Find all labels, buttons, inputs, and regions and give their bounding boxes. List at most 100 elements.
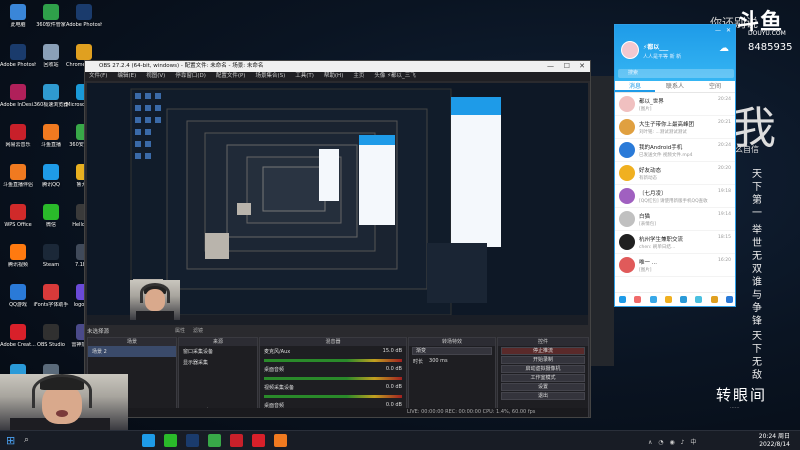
obs-menu-item[interactable]: 工具(T) [295,72,314,81]
desktop-icon-label: 网易云音乐 [5,142,31,148]
desktop-icon[interactable]: Adobe Creat... [0,324,36,348]
desktop-icon[interactable]: 微信 [33,204,69,228]
settings-button[interactable]: 设置 [501,383,585,391]
obs-menu-item[interactable]: 文件(F) [89,72,107,81]
app-icon[interactable] [680,296,688,303]
close-icon[interactable]: ✕ [726,27,731,34]
desktop-icon[interactable]: Adobe Photosh... [66,4,102,28]
obs-menu-item[interactable]: 配置文件(P) [216,72,246,81]
taskbar-app-icon[interactable] [186,434,199,447]
obs-menu-bar: 文件(F) 编辑(E) 视图(V) 停靠窗口(D) 配置文件(P) 场景集合(S) 工具(T… [85,72,590,81]
obs-menu-item[interactable]: 停靠窗口(D) [175,72,206,81]
chat-list-item[interactable]: 唯一 ... [图片] 16:20 [615,254,735,277]
overlay-zixin: 么自信 [735,145,759,154]
taskbar-app-icon[interactable] [208,434,221,447]
desktop-icon-label: 微信 [45,222,56,228]
weather-icon[interactable]: ☁ [719,43,729,54]
chat-preview: 已发送文件 视频文件.mp4 [639,153,693,158]
obs-menu-item[interactable]: 场景集合(S) [255,72,285,81]
app-icon[interactable] [664,296,672,303]
menu-icon[interactable] [619,296,627,303]
app-icon [43,204,59,220]
tab-space[interactable]: 空间 [695,81,735,92]
stop-streaming-button[interactable]: 停止推流 [501,347,585,355]
desktop-icon[interactable]: iFonts字体助手 [33,284,69,308]
taskbar-app-icon[interactable] [274,434,287,447]
chat-preview: [QQ红包] 请使用新版手机QQ查收 [639,199,708,204]
chat-preview: 有新动态 [639,176,657,181]
app-icon[interactable] [710,296,718,303]
source-item[interactable]: 窗口采集设备 [179,346,257,357]
obs-menu-item[interactable]: 头像 ⚡都以_三飞 [374,72,415,81]
virtual-camera-button[interactable]: 启动虚拟摄像机 [501,365,585,373]
tab-messages[interactable]: 消息 [615,81,655,92]
close-icon[interactable]: ✕ [579,61,585,72]
exit-button[interactable]: 退出 [501,392,585,400]
search-icon[interactable]: ⌕ [24,435,29,445]
system-tray[interactable]: ∧ ◔ ◉ ♪ 中 [648,437,698,446]
chat-list-item[interactable]: 杭州学生兼职交流 chen: 刷单日结… 18:15 [615,231,735,254]
properties-button[interactable]: 属性 [175,327,185,334]
desktop-icon[interactable]: 斗鱼直播伴侣 [0,164,36,188]
qq-username: ⚡都以___ [643,44,669,51]
app-icon [10,124,26,140]
chat-list-item[interactable]: 好友动态 有新动态 20:20 [615,162,735,185]
desktop-icon[interactable]: Steam [33,244,69,268]
taskbar-clock[interactable]: 20:24 周日 2022/8/14 [759,433,790,449]
desktop-icon[interactable]: 此电脑 [0,4,36,28]
app-icon[interactable] [695,296,703,303]
desktop-icon[interactable]: QQ游戏 [0,284,36,308]
maximize-icon[interactable]: ☐ [564,61,570,72]
desktop-icon[interactable]: WPS Office [0,204,36,228]
app-icon [43,124,59,140]
source-item[interactable]: 显示器采集 [179,357,257,368]
chat-name: 杭州学生兼职交流 [639,237,684,243]
start-recording-button[interactable]: 开始录制 [501,356,585,364]
avatar[interactable] [621,41,639,59]
search-input[interactable]: 搜索 [618,69,734,78]
minimize-icon[interactable]: — [715,27,721,34]
desktop-icon[interactable]: 斗鱼直播 [33,124,69,148]
obs-menu-item[interactable]: 视图(V) [146,72,165,81]
filters-button[interactable]: 滤镜 [193,327,203,334]
obs-menu-item[interactable]: 编辑(E) [117,72,136,81]
desktop-icon[interactable]: OBS Studio [33,324,69,348]
tab-contacts[interactable]: 联系人 [655,81,695,92]
desktop-icon-label: iFonts字体助手 [33,302,69,308]
app-icon [10,324,26,340]
desktop-icon[interactable]: 360极速浏览器 [33,84,69,108]
chat-list-item[interactable]: 都以_世界 [图片] 20:24 [615,93,735,116]
desktop-icon[interactable]: 腾讯QQ [33,164,69,188]
desktop-icon-label: 斗鱼直播伴侣 [2,182,33,188]
obs-menu-item[interactable]: 帮助(H) [324,72,343,81]
desktop-icon[interactable]: 360软件管家 [33,4,69,28]
obs-menu-item[interactable]: 主页 [353,72,364,81]
taskbar-app-icon[interactable] [164,434,177,447]
desktop-icon[interactable]: Adobe Photosh... [0,44,36,68]
studio-mode-button[interactable]: 工作室模式 [501,374,585,382]
windows-start-icon[interactable]: ⊞ [6,434,15,447]
transition-select[interactable]: 渐变 [412,347,492,355]
chat-list-item[interactable]: 白猫 [表情包] 19:14 [615,208,735,231]
taskbar-app-icon[interactable] [142,434,155,447]
app-icon[interactable] [649,296,657,303]
chat-list-item[interactable]: 我的Android手机 已发送文件 视频文件.mp4 20:24 [615,139,735,162]
audio-meter [264,377,402,380]
chat-list-item[interactable]: 〔七月凌〕 [QQ红包] 请使用新版手机QQ查收 19:18 [615,185,735,208]
chat-list-item[interactable]: 大生子带你上最高峰团 刘叶铭: ...测试测试测试 20:21 [615,116,735,139]
duration-input[interactable]: 300 ms [429,358,448,365]
app-icon[interactable] [634,296,642,303]
desktop-icon-label: 此电脑 [10,22,26,28]
minimize-icon[interactable]: — [547,61,554,72]
taskbar-app-icon[interactable] [230,434,243,447]
scene-item[interactable]: 场景 2 [88,346,176,357]
desktop-icon[interactable]: 腾讯视频 [0,244,36,268]
qq-signature[interactable]: 人人是平等 新 新 [643,53,681,60]
desktop-icon[interactable]: 回收站 [33,44,69,68]
desktop-icon[interactable]: 网易云音乐 [0,124,36,148]
taskbar-app-icon[interactable] [252,434,265,447]
app-icon[interactable] [725,296,733,303]
desktop-icon[interactable]: Adobe InDesi... [0,84,36,108]
qq-bottom-toolbar [615,292,735,306]
transitions-dock-title: 转场特效 [409,338,495,346]
